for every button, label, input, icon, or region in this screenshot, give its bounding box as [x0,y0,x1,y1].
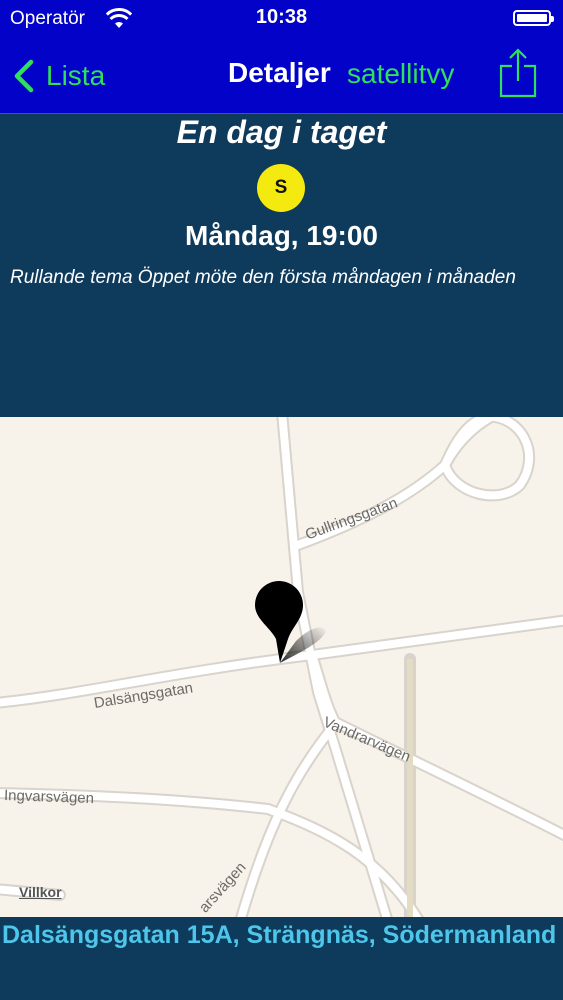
meeting-title: En dag i taget [176,114,387,150]
meeting-type-badge: S [257,164,305,212]
map-pin-icon[interactable] [252,581,328,673]
satellite-view-button[interactable]: satellitvy [347,58,454,90]
page-title: Detaljer [228,57,331,88]
navigation-bar: Lista Detaljer satellitvy [0,38,563,114]
road-label-ingvarsvagen: Ingvarsvägen [3,787,95,808]
battery-icon [513,10,554,26]
map-legal-link[interactable]: Villkor [19,884,62,900]
meeting-details: En dag i taget S Måndag, 19:00 Rullande … [0,114,563,417]
back-button[interactable]: Lista [12,56,105,96]
meeting-description: Rullande tema Öppet möte den första månd… [10,267,516,288]
back-button-label: Lista [46,60,106,91]
status-bar: Operatör 10:38 [0,0,563,38]
chevron-left-icon [14,59,34,93]
meeting-address[interactable]: Dalsängsgatan 15A, Strängnäs, Södermanla… [2,919,562,951]
map-view[interactable]: Gullringsgatan Dalsängsgatan Vandrarväge… [0,417,563,917]
share-icon[interactable] [499,48,537,98]
clock: 10:38 [255,6,308,28]
address-panel: Dalsängsgatan 15A, Strängnäs, Södermanla… [0,917,563,1000]
meeting-day-time: Måndag, 19:00 [185,220,378,251]
